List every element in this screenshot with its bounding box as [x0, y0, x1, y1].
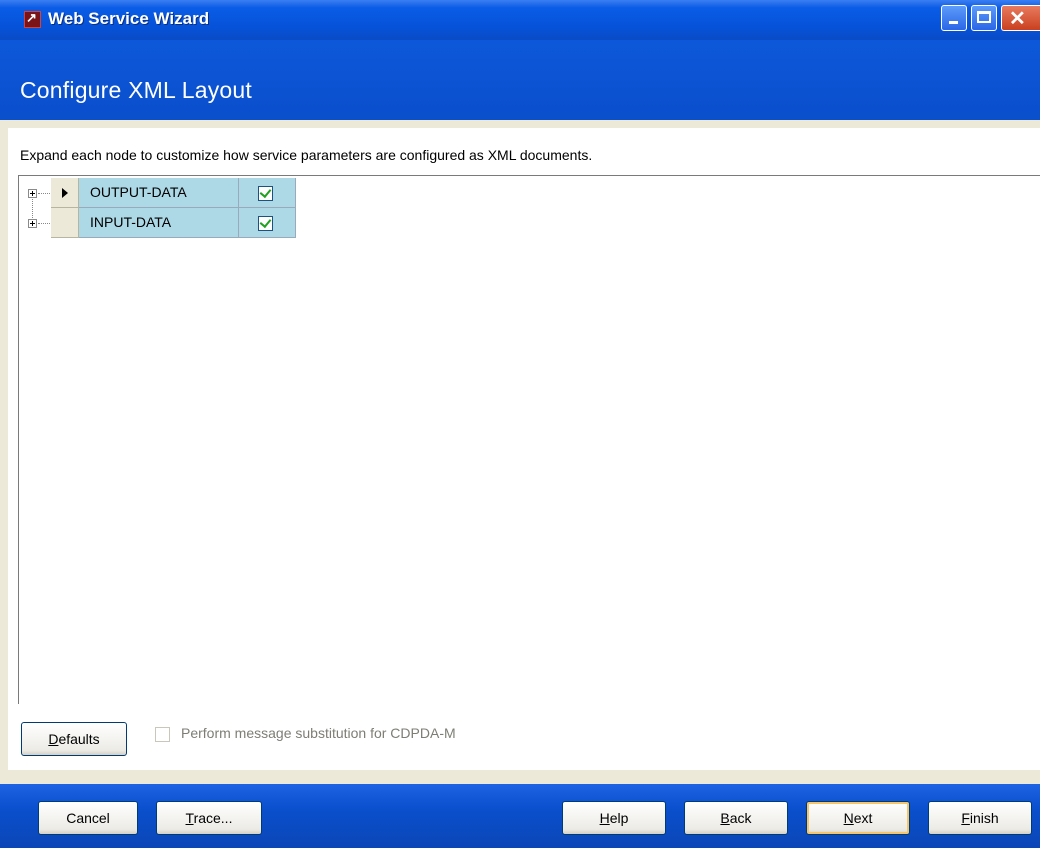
wizard-footer: Cancel Trace... Help Back Next Finish: [0, 784, 1040, 848]
expand-node-icon[interactable]: [28, 189, 37, 198]
include-cell[interactable]: [239, 208, 296, 238]
help-button[interactable]: Help: [562, 801, 666, 835]
minimize-button[interactable]: [941, 5, 967, 31]
content-panel: Expand each node to customize how servic…: [0, 120, 1040, 784]
title-bar: Web Service Wizard: [0, 0, 1040, 40]
xml-layout-tree-grid[interactable]: OUTPUT-DATA INPUT-DATA: [18, 175, 1040, 704]
maximize-button[interactable]: [971, 5, 997, 31]
include-checkbox[interactable]: [258, 186, 273, 201]
footer-separator: [0, 770, 1040, 784]
wizard-header: Configure XML Layout: [0, 40, 1040, 120]
page-title: Configure XML Layout: [20, 77, 253, 103]
trace-button[interactable]: Trace...: [156, 801, 262, 835]
instruction-text: Expand each node to customize how servic…: [20, 147, 593, 163]
defaults-button[interactable]: Defaults: [21, 722, 127, 756]
node-name-cell[interactable]: INPUT-DATA: [79, 208, 239, 238]
back-button[interactable]: Back: [684, 801, 788, 835]
message-substitution-label: Perform message substitution for CDPDA-M: [181, 725, 456, 741]
cancel-button[interactable]: Cancel: [38, 801, 138, 835]
tree-connector: [38, 193, 50, 194]
row-selector[interactable]: [51, 208, 79, 238]
tree-connector: [38, 223, 50, 224]
finish-button[interactable]: Finish: [928, 801, 1032, 835]
close-button[interactable]: [1001, 5, 1040, 31]
expand-node-icon[interactable]: [28, 219, 37, 228]
next-button[interactable]: Next: [806, 801, 910, 835]
include-checkbox[interactable]: [258, 216, 273, 231]
window-title: Web Service Wizard: [48, 9, 210, 28]
content-top-border: [8, 120, 1040, 128]
app-icon[interactable]: [24, 10, 41, 28]
message-substitution-checkbox[interactable]: [155, 727, 170, 742]
include-cell[interactable]: [239, 178, 296, 208]
node-name-cell[interactable]: OUTPUT-DATA: [79, 178, 239, 208]
left-border: [0, 120, 8, 784]
row-selector-current-icon[interactable]: [51, 178, 79, 208]
